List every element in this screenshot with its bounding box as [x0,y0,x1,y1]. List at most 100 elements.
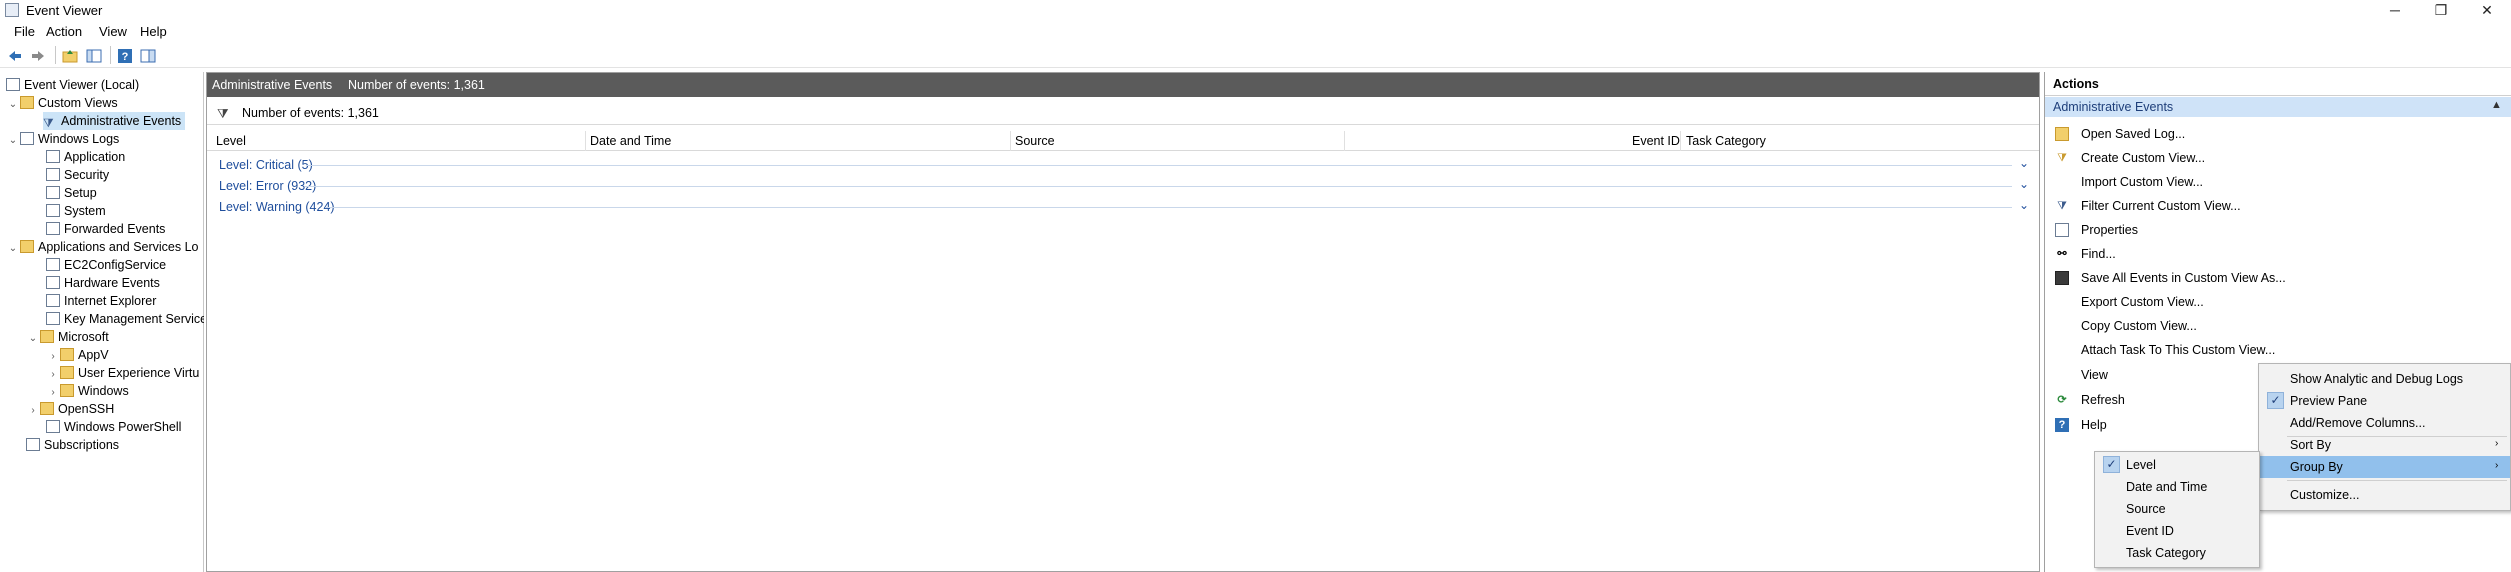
filter-icon: ⧩ [2057,200,2067,212]
refresh-icon: ⟳ [2057,394,2067,406]
collapse-icon[interactable]: ⌄ [6,132,20,150]
menu-help[interactable]: Help [140,24,167,39]
forward-icon[interactable] [30,48,46,64]
tree-node-user-experience-virtualization[interactable]: › User Experience Virtu [46,364,204,382]
submenu-arrow-icon: › [2495,438,2499,449]
back-icon[interactable] [7,48,23,64]
tree-node-setup[interactable]: Setup [46,184,97,202]
tree-node-event-viewer-local[interactable]: Event Viewer (Local) [6,76,139,94]
menu-item-group-by-event-id[interactable]: Event ID [2095,520,2259,542]
column-header-event-id[interactable]: Event ID [1632,134,1680,152]
toolbar-separator [110,46,111,64]
tree-node-appv[interactable]: › AppV [46,346,109,364]
tree-node-hardware-events[interactable]: Hardware Events [46,274,160,292]
chevron-down-icon[interactable]: ⌄ [2019,177,2029,191]
menu-bar: File Action View Help [0,21,2511,43]
menu-item-sort-by[interactable]: Sort By › [2259,434,2510,456]
column-header-task-category[interactable]: Task Category [1686,134,1766,152]
folder-icon [60,348,74,361]
tree-node-internet-explorer[interactable]: Internet Explorer [46,292,156,310]
tree-node-security[interactable]: Security [46,166,109,184]
menu-item-group-by-date-and-time[interactable]: Date and Time [2095,476,2259,498]
menu-item-customize[interactable]: Customize... [2259,484,2510,506]
folder-icon [40,402,54,415]
group-by-submenu: ✓ Level Date and Time Source Event ID Tas… [2094,451,2260,568]
group-row-error[interactable]: Level: Error (932) ⌄ [207,176,2039,196]
action-copy-custom-view[interactable]: Copy Custom View... [2045,316,2511,336]
collapse-section-icon[interactable]: ▲ [2491,99,2502,111]
group-divider [305,186,2012,187]
action-export-custom-view[interactable]: Export Custom View... [2045,292,2511,312]
menu-item-preview-pane[interactable]: ✓ Preview Pane [2259,390,2510,412]
log-icon [46,276,60,289]
group-row-warning[interactable]: Level: Warning (424) ⌄ [207,197,2039,217]
tree-node-system[interactable]: System [46,202,106,220]
log-icon [46,258,60,271]
action-save-all-events[interactable]: Save All Events in Custom View As... [2045,268,2511,288]
console-tree: Event Viewer (Local) ⌄ Custom Views ⧩ Admi… [0,72,204,572]
log-folder-icon [20,132,34,145]
column-header-date-and-time[interactable]: Date and Time [590,134,671,152]
column-header-source[interactable]: Source [1015,134,1055,152]
action-create-custom-view[interactable]: ⧩ Create Custom View... [2045,148,2511,168]
checkmark-icon: ✓ [2103,456,2120,473]
chevron-down-icon[interactable]: ⌄ [2019,198,2029,212]
action-open-saved-log[interactable]: Open Saved Log... [2045,124,2511,144]
folder-up-icon[interactable] [62,48,78,64]
tree-node-application[interactable]: Application [46,148,125,166]
menu-view[interactable]: View [99,24,127,39]
log-icon [46,312,60,325]
group-row-critical[interactable]: Level: Critical (5) ⌄ [207,155,2039,175]
log-icon [46,294,60,307]
close-button[interactable]: ✕ [2464,0,2510,21]
menu-item-add-remove-columns[interactable]: Add/Remove Columns... [2259,412,2510,434]
column-header-level[interactable]: Level [216,134,246,152]
show-hide-console-tree-icon[interactable] [86,48,102,64]
folder-icon [60,384,74,397]
group-label: Level: Warning (424) [219,200,335,214]
tree-node-windows[interactable]: › Windows [46,382,129,400]
column-separator[interactable] [1344,131,1345,151]
expand-icon[interactable]: › [46,366,60,382]
menu-item-group-by-task-category[interactable]: Task Category [2095,542,2259,564]
column-separator[interactable] [1680,131,1681,151]
minimize-button[interactable]: ─ [2372,0,2418,21]
tree-node-windows-logs[interactable]: ⌄ Windows Logs [6,130,119,148]
column-separator[interactable] [1010,131,1011,151]
group-label: Level: Critical (5) [219,158,313,172]
tree-node-administrative-events[interactable]: ⧩ Administrative Events [43,112,185,130]
menu-item-group-by-source[interactable]: Source [2095,498,2259,520]
action-properties[interactable]: Properties [2045,220,2511,240]
tree-node-applications-and-services[interactable]: ⌄ Applications and Services Lo [6,238,199,256]
menu-item-group-by[interactable]: Group By › [2259,456,2510,478]
column-separator[interactable] [585,131,586,151]
menu-file[interactable]: File [14,24,35,39]
expand-icon[interactable]: › [26,402,40,420]
tree-node-microsoft[interactable]: ⌄ Microsoft [26,328,109,346]
tree-node-key-management-service[interactable]: Key Management Service [46,310,204,328]
action-import-custom-view[interactable]: Import Custom View... [2045,172,2511,192]
tree-node-forwarded-events[interactable]: Forwarded Events [46,220,165,238]
menu-item-group-by-level[interactable]: ✓ Level [2095,454,2259,476]
folder-icon [20,240,34,253]
actions-section-administrative-events[interactable]: Administrative Events ▲ [2045,97,2511,117]
tree-node-subscriptions[interactable]: Subscriptions [26,436,119,454]
show-hide-action-pane-icon[interactable] [140,48,156,64]
log-icon [46,168,60,181]
chevron-down-icon[interactable]: ⌄ [2019,156,2029,170]
tree-node-openssh[interactable]: › OpenSSH [26,400,114,418]
tree-node-windows-powershell[interactable]: Windows PowerShell [46,418,181,436]
action-filter-current-custom-view[interactable]: ⧩ Filter Current Custom View... [2045,196,2511,216]
restore-button[interactable]: ❐ [2418,0,2464,21]
tree-node-ec2configservice[interactable]: EC2ConfigService [46,256,166,274]
subscriptions-icon [26,438,40,451]
help-icon[interactable]: ? [117,48,133,64]
collapse-icon[interactable]: ⌄ [26,330,40,348]
tree-node-custom-views[interactable]: ⌄ Custom Views [6,94,118,112]
collapse-icon[interactable]: ⌄ [6,240,20,258]
menu-item-show-analytic-and-debug-logs[interactable]: Show Analytic and Debug Logs [2259,368,2510,390]
menu-action[interactable]: Action [46,24,82,39]
collapse-icon[interactable]: ⌄ [6,96,20,114]
action-attach-task[interactable]: Attach Task To This Custom View... [2045,340,2511,360]
action-find[interactable]: ⚯ Find... [2045,244,2511,264]
